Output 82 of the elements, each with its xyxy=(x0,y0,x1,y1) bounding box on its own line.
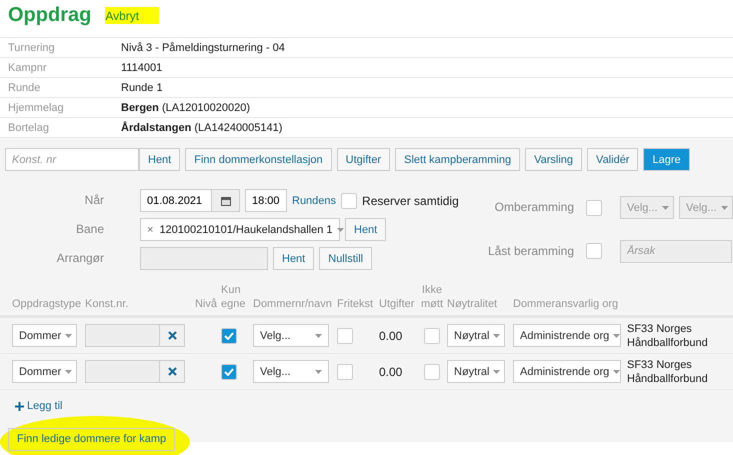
fetch-button[interactable]: Hent xyxy=(345,218,386,241)
info-value: Årdalstangen (LA14240005141) xyxy=(121,122,282,134)
check-icon xyxy=(224,368,234,376)
info-value: 1114001 xyxy=(121,62,162,74)
referee-select[interactable]: Velg... xyxy=(253,324,329,347)
checkbox-label: Reserver samtidig xyxy=(362,194,459,208)
round-link[interactable]: Rundens xyxy=(292,194,336,206)
toolbar-button[interactable]: Finn dommerkonstellasjon xyxy=(185,148,332,171)
info-label: Turnering xyxy=(8,42,56,54)
date-field[interactable]: 01.08.2021 xyxy=(140,189,212,212)
column-header: Nivå xyxy=(194,297,218,311)
plus-icon xyxy=(15,402,24,410)
column-header: Fritekst xyxy=(337,297,374,311)
field-label: Omberamming xyxy=(494,199,574,216)
info-value: Runde 1 xyxy=(121,82,163,94)
org-name: SF33 Norges Håndballforbund xyxy=(627,322,709,350)
own-only-checkbox[interactable] xyxy=(221,364,237,380)
caret-icon xyxy=(315,334,322,338)
caret-icon xyxy=(662,206,669,210)
organizer-button[interactable]: Nullstill xyxy=(319,247,372,270)
organizer-button[interactable]: Hent xyxy=(273,247,314,270)
toolbar-button[interactable]: Validér xyxy=(587,148,638,171)
responsible-select[interactable]: Administrende org xyxy=(513,324,621,347)
caret-icon xyxy=(613,334,620,338)
column-header: Kun egne xyxy=(221,283,246,311)
toolbar-button[interactable]: Varsling xyxy=(525,148,582,171)
expenses-value: 0.00 xyxy=(379,364,402,378)
column-header: Nøytralitet xyxy=(447,297,498,311)
field-label: Bane xyxy=(74,221,104,238)
info-value: Nivå 3 - Påmeldingsturnering - 04 xyxy=(121,42,285,54)
close-icon[interactable] xyxy=(160,360,185,383)
info-label: Bortelag xyxy=(8,122,50,134)
neutrality-select[interactable]: Nøytral xyxy=(447,324,505,347)
rescheduling-checkbox[interactable] xyxy=(586,200,602,216)
info-label: Kampnr xyxy=(8,62,48,74)
check-icon xyxy=(224,332,234,340)
absent-checkbox[interactable] xyxy=(424,364,440,380)
free-text-checkbox[interactable] xyxy=(337,364,353,380)
close-icon[interactable] xyxy=(160,324,185,347)
caret-icon xyxy=(613,370,620,374)
caret-icon xyxy=(493,370,500,374)
column-header: Ikke møtt xyxy=(420,283,444,311)
page-title: Oppdrag xyxy=(8,4,92,27)
responsible-select[interactable]: Administrende org xyxy=(513,360,621,383)
field-label: Arrangør xyxy=(56,250,104,267)
fetch-button[interactable]: Hent xyxy=(139,148,180,171)
column-header: Konst.nr. xyxy=(85,297,130,311)
caret-icon xyxy=(315,370,322,374)
add-link[interactable]: Legg til xyxy=(15,400,62,412)
caret-icon xyxy=(720,206,728,210)
info-value: Bergen (LA12010020020) xyxy=(121,102,250,114)
info-label: Hjemmelag xyxy=(8,102,65,114)
free-text-checkbox[interactable] xyxy=(337,328,353,344)
column-header: Oppdragstype xyxy=(12,297,82,311)
referee-select[interactable]: Velg... xyxy=(253,360,329,383)
neutrality-select[interactable]: Nøytral xyxy=(447,360,505,383)
column-header: Utgifter xyxy=(379,297,416,311)
calendar-icon[interactable] xyxy=(212,189,240,212)
type-select[interactable]: Dommer xyxy=(12,360,77,383)
toolbar-button[interactable]: Utgifter xyxy=(336,148,390,171)
expenses-value: 0.00 xyxy=(379,328,402,342)
column-header: Dommeransvarlig org xyxy=(513,297,620,311)
find-referees-button[interactable]: Finn ledige dommere for kamp xyxy=(8,428,176,450)
caret-icon xyxy=(493,334,500,338)
reserve-checkbox[interactable] xyxy=(341,192,358,208)
info-label: Runde xyxy=(8,82,42,94)
time-field[interactable]: 18:00 xyxy=(245,189,287,212)
caret-icon xyxy=(336,228,344,232)
field-label: Låst beramming xyxy=(488,242,574,260)
toolbar-button[interactable]: Slett kampberamming xyxy=(395,148,520,171)
absent-checkbox[interactable] xyxy=(424,328,440,344)
own-only-checkbox[interactable] xyxy=(221,328,237,344)
field-label: Når xyxy=(84,192,104,209)
caret-icon xyxy=(65,334,72,338)
save-button[interactable]: Lagre xyxy=(643,148,690,171)
locked-checkbox[interactable] xyxy=(586,243,602,260)
search-field[interactable]: Konst. nr xyxy=(5,148,139,171)
caret-icon xyxy=(65,370,72,374)
cancel-link[interactable]: Avbryt xyxy=(105,7,160,24)
type-select[interactable]: Dommer xyxy=(12,324,77,347)
org-name: SF33 Norges Håndballforbund xyxy=(627,358,709,386)
column-header: Dommernr/navn xyxy=(253,297,333,311)
